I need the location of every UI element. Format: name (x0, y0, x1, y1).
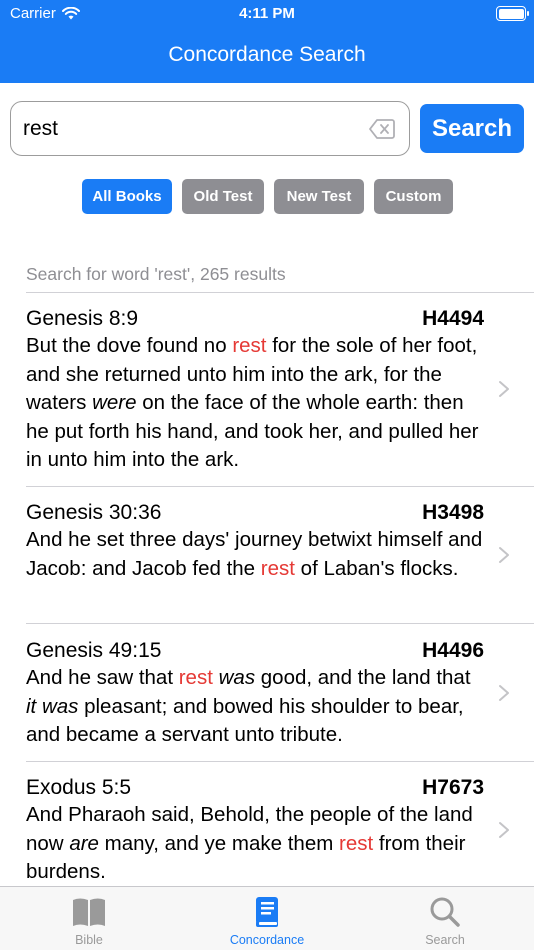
result-row[interactable]: Exodus 5:5 H7673 And Pharaoh said, Behol… (0, 776, 534, 886)
italic-word: are (69, 831, 99, 855)
verse-reference: Exodus 5:5 (26, 776, 132, 799)
navigation-header: Carrier 4:11 PM Concordance Search (0, 0, 534, 83)
verse-text-segment: good, and the land that (255, 666, 471, 689)
divider (26, 292, 534, 293)
concordance-book-icon (256, 897, 278, 927)
strongs-number: H4494 (422, 307, 484, 330)
verse-reference: Genesis 49:15 (26, 639, 162, 662)
results-summary: Search for word 'rest', 265 results (26, 264, 286, 284)
divider (26, 623, 534, 624)
strongs-number: H7673 (422, 776, 484, 799)
chevron-right-icon (499, 547, 509, 563)
search-term-highlight: rest (339, 831, 374, 855)
book-filter-group: All Books Old Test New Test Custom (0, 179, 534, 214)
verse-text: And Pharaoh said, Behold, the people of … (26, 801, 486, 887)
filter-custom-button[interactable]: Custom (374, 179, 453, 214)
search-term-highlight: rest (260, 556, 295, 580)
battery-icon (496, 6, 529, 21)
verse-text-segment: And he saw that (26, 666, 179, 689)
search-term-highlight: rest (232, 334, 267, 357)
strongs-number: H4496 (422, 639, 484, 662)
divider (26, 761, 534, 762)
tab-concordance[interactable]: Concordance (178, 887, 356, 950)
page-title: Concordance Search (168, 43, 366, 66)
search-term-highlight: rest (178, 666, 213, 689)
chevron-right-icon (499, 822, 509, 838)
verse-text: And he set three days' journey betwixt h… (26, 526, 486, 583)
italic-word: was (218, 666, 256, 689)
filter-old-testament-button[interactable]: Old Test (182, 179, 264, 214)
result-row[interactable]: Genesis 30:36 H3498 And he set three day… (0, 501, 534, 623)
status-time: 4:11 PM (239, 5, 295, 22)
italic-word: were (92, 391, 137, 414)
search-input[interactable] (23, 115, 363, 143)
chevron-right-icon (499, 381, 509, 397)
tab-bar: Bible Concordance Search (0, 886, 534, 950)
tab-bible[interactable]: Bible (0, 887, 178, 950)
chevron-right-icon (499, 685, 509, 701)
search-button[interactable]: Search (420, 104, 524, 153)
result-row[interactable]: Genesis 8:9 H4494 But the dove found no … (0, 307, 534, 485)
result-row[interactable]: Genesis 49:15 H4496 And he saw that rest… (0, 639, 534, 761)
verse-text-segment: of Laban's flocks. (294, 556, 459, 580)
tab-label: Search (425, 933, 465, 947)
tab-label: Concordance (229, 933, 305, 947)
verse-text: But the dove found no rest for the sole … (26, 332, 486, 475)
verse-reference: Genesis 8:9 (26, 307, 139, 330)
filter-all-books-button[interactable]: All Books (82, 179, 172, 214)
verse-text-segment: But the dove found no (26, 334, 233, 357)
divider (26, 486, 534, 487)
tab-label: Bible (75, 933, 103, 947)
filter-new-testament-button[interactable]: New Test (274, 179, 364, 214)
magnifier-icon (430, 897, 460, 927)
book-icon (73, 898, 105, 926)
verse-text-segment: pleasant; and bowed his shoulder to bear… (26, 694, 464, 747)
verse-text: And he saw that rest was good, and the l… (26, 664, 486, 750)
verse-reference: Genesis 30:36 (26, 501, 162, 524)
verse-text-segment: many, and ye make them (98, 831, 339, 855)
search-field[interactable] (10, 101, 410, 156)
clear-text-icon[interactable] (369, 118, 395, 140)
status-bar: Carrier 4:11 PM (0, 0, 534, 30)
italic-word: it was (26, 694, 79, 718)
tab-search[interactable]: Search (356, 887, 534, 950)
strongs-number: H3498 (422, 501, 484, 524)
